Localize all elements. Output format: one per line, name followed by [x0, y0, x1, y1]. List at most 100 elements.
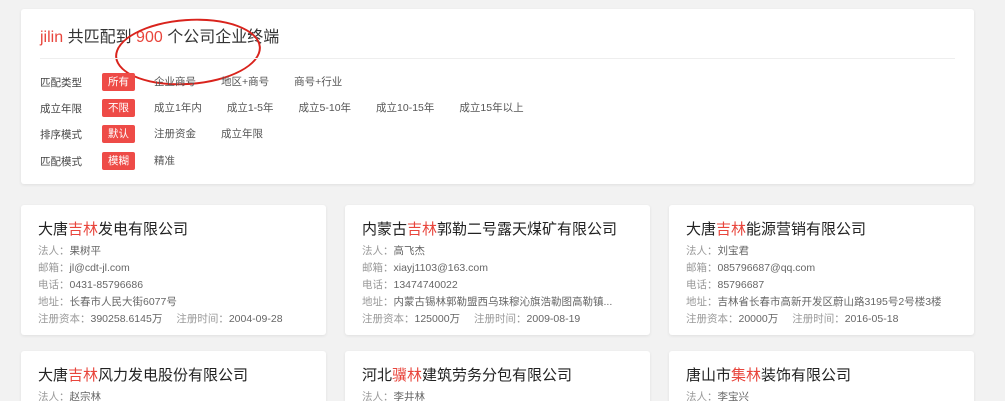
filter-option-match-type[interactable]: 所有	[102, 73, 135, 91]
filter-option-match-mode[interactable]: 模糊	[102, 152, 135, 170]
field-label: 地址：	[686, 296, 718, 308]
company-card[interactable]: 唐山市集林装饰有限公司法人：李宝兴	[669, 351, 974, 401]
company-name[interactable]: 河北骥林建筑劳务分包有限公司	[362, 364, 572, 385]
field-label: 法人：	[38, 391, 70, 401]
company-name-part: 大唐	[686, 221, 717, 238]
field-label: 电话：	[38, 279, 70, 291]
company-name[interactable]: 唐山市集林装饰有限公司	[686, 364, 851, 385]
company-registered-capital: 390258.6145万	[90, 313, 163, 325]
company-address: 长春市人民大街6077号	[69, 296, 177, 308]
field-label: 法人：	[362, 245, 394, 257]
company-name-part: 大唐	[38, 367, 69, 384]
field-label: 法人：	[38, 245, 70, 257]
company-address-line: 地址：长春市人民大街6077号	[38, 294, 177, 309]
company-card[interactable]: 大唐吉林能源营销有限公司 法人：刘宝君 邮箱：085796687@qq.com 电话：…	[669, 205, 974, 335]
summary-prefix: 共匹配到	[67, 29, 132, 46]
company-name-part: 发电有限公司	[98, 221, 189, 238]
company-card[interactable]: 内蒙古吉林郭勒二号露天煤矿有限公司法人：高飞杰邮箱：xiayj1103@163.…	[345, 205, 650, 335]
company-registered-capital: 125000万	[414, 313, 461, 325]
company-address: 内蒙古锡林郭勒盟西乌珠穆沁旗浩勒图高勒镇...	[393, 296, 613, 308]
company-phone-line: 电话：0431-85796686	[38, 277, 143, 292]
company-registration-date: 2004-09-28	[228, 313, 283, 325]
company-address: 吉林省长春市高新开发区蔚山路3195号2号楼3楼	[717, 296, 942, 308]
company-legal-person-line: 法人：赵宗林	[38, 389, 101, 401]
company-name-keyword: 吉林	[407, 221, 438, 238]
company-phone-line: 电话：85796687	[686, 277, 764, 292]
company-email[interactable]: jl@cdt-jl.com	[70, 262, 130, 274]
match-summary: jilin 共匹配到 900 个公司企业终端	[40, 13, 280, 91]
filter-panel: jilin 共匹配到 900 个公司企业终端 匹配类型 所有 企业商号 地区+商号 商号…	[21, 9, 974, 184]
field-label: 法人：	[686, 245, 718, 257]
company-email-line: 邮箱：xiayj1103@163.com	[362, 260, 488, 275]
company-email-line: 邮箱：jl@cdt-jl.com	[38, 260, 130, 275]
field-label: 法人：	[362, 391, 394, 401]
company-phone-line: 电话：13474740022	[362, 277, 458, 292]
filter-option-established-years[interactable]: 成立1年内	[148, 99, 208, 117]
field-label: 邮箱：	[686, 262, 718, 274]
filter-option-sort-mode[interactable]: 注册资金	[148, 125, 202, 143]
company-legal-person-line: 法人：李井林	[362, 389, 425, 401]
field-label: 法人：	[686, 391, 718, 401]
field-label: 注册资本：	[686, 313, 739, 325]
company-legal-person-line: 法人：李宝兴	[686, 389, 749, 401]
company-capital-line: 注册资本：125000万 注册时间：2009-08-19	[362, 311, 580, 326]
search-keyword: jilin	[40, 29, 64, 46]
company-name[interactable]: 大唐吉林风力发电股份有限公司	[38, 364, 248, 385]
filter-label: 排序模式	[40, 128, 82, 141]
filter-option-sort-mode[interactable]: 成立年限	[215, 125, 269, 143]
company-name-part: 郭勒二号露天煤矿有限公司	[437, 221, 618, 238]
filter-row-sort-mode: 排序模式 默认 注册资金 成立年限	[40, 125, 282, 143]
filter-option-established-years[interactable]: 成立5-10年	[293, 99, 358, 117]
company-address-line: 地址：吉林省长春市高新开发区蔚山路3195号2号楼3楼	[686, 294, 942, 309]
field-label: 地址：	[362, 296, 394, 308]
company-name-keyword: 吉林	[716, 221, 747, 238]
company-email-line: 邮箱：085796687@qq.com	[686, 260, 815, 275]
match-count: 900	[136, 29, 163, 46]
summary-suffix: 个公司企业终端	[167, 29, 280, 46]
filter-label: 匹配类型	[40, 76, 82, 89]
company-email[interactable]: 085796687@qq.com	[718, 262, 816, 274]
company-name-part: 河北	[362, 367, 393, 384]
field-label: 注册资本：	[362, 313, 415, 325]
filter-option-match-type[interactable]: 地区+商号	[215, 73, 275, 91]
field-label: 电话：	[362, 279, 394, 291]
company-name-part: 大唐	[38, 221, 69, 238]
filter-option-established-years[interactable]: 成立10-15年	[370, 99, 440, 117]
company-legal-person: 李井林	[393, 391, 426, 401]
filter-option-established-years[interactable]: 成立15年以上	[453, 99, 529, 117]
company-name-part: 风力发电股份有限公司	[98, 367, 249, 384]
company-name[interactable]: 大唐吉林发电有限公司	[38, 218, 188, 239]
divider	[40, 58, 955, 59]
filter-option-established-years[interactable]: 成立1-5年	[221, 99, 280, 117]
company-name-part: 建筑劳务分包有限公司	[422, 367, 573, 384]
company-card[interactable]: 河北骥林建筑劳务分包有限公司法人：李井林	[345, 351, 650, 401]
company-registration-date: 2016-05-18	[844, 313, 899, 325]
company-legal-person: 刘宝君	[717, 245, 750, 257]
company-card[interactable]: 大唐吉林风力发电股份有限公司法人：赵宗林	[21, 351, 326, 401]
company-card[interactable]: 大唐吉林发电有限公司法人：果树平邮箱：jl@cdt-jl.com 电话：0431-…	[21, 205, 326, 335]
company-name-keyword: 吉林	[68, 221, 99, 238]
company-email[interactable]: xiayj1103@163.com	[394, 262, 489, 274]
company-phone: 0431-85796686	[69, 279, 144, 291]
field-label: 电话：	[686, 279, 718, 291]
filter-option-match-type[interactable]: 企业商号	[148, 73, 202, 91]
company-name-part: 装饰有限公司	[761, 367, 852, 384]
company-legal-person: 果树平	[69, 245, 102, 257]
filter-option-sort-mode[interactable]: 默认	[102, 125, 135, 143]
company-name-part: 唐山市	[686, 367, 732, 384]
company-legal-person: 高飞杰	[393, 245, 426, 257]
company-registration-date: 2009-08-19	[526, 313, 581, 325]
company-legal-person-line: 法人：果树平	[38, 243, 101, 258]
company-name[interactable]: 大唐吉林能源营销有限公司	[686, 218, 866, 239]
company-name[interactable]: 内蒙古吉林郭勒二号露天煤矿有限公司	[362, 218, 617, 239]
field-label: 注册时间：	[792, 313, 845, 325]
filter-option-match-type[interactable]: 商号+行业	[288, 73, 348, 91]
field-label: 地址：	[38, 296, 70, 308]
company-phone: 85796687	[717, 279, 765, 291]
field-label: 注册资本：	[38, 313, 91, 325]
company-legal-person: 赵宗林	[69, 391, 102, 401]
filter-option-established-years[interactable]: 不限	[102, 99, 135, 117]
filter-option-match-mode[interactable]: 精准	[148, 152, 181, 170]
filter-row-match-type: 匹配类型 所有 企业商号 地区+商号 商号+行业	[40, 73, 361, 91]
filter-row-match-mode: 匹配模式 模糊 精准	[40, 152, 194, 170]
